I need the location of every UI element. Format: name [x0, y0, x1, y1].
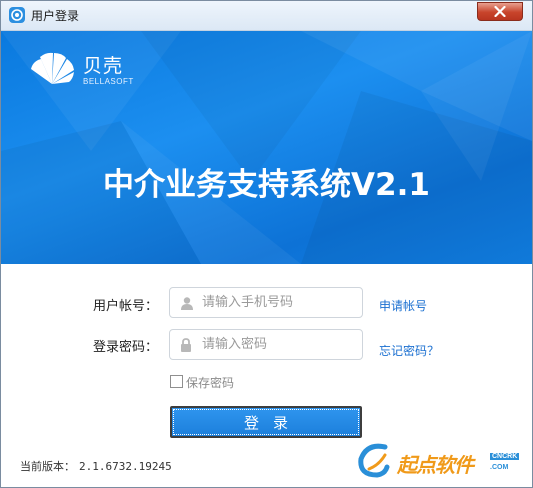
watermark-logo-icon	[358, 443, 390, 478]
login-button[interactable]: 登录	[170, 406, 362, 438]
password-label: 登录密码：	[93, 340, 159, 355]
password-input[interactable]	[202, 334, 354, 355]
system-title: 中介业务支持系统V2.1	[103, 167, 430, 203]
forgot-password-link[interactable]: 忘记密码？	[379, 342, 439, 359]
title-bar[interactable]: 用户登录	[1, 1, 532, 31]
version-label: 当前版本：	[20, 460, 75, 473]
close-icon	[494, 6, 506, 17]
register-link[interactable]: 申请帐号	[379, 297, 427, 314]
window-title: 用户登录	[31, 9, 80, 23]
version-info: 当前版本： 2.1.6732.19245	[20, 458, 172, 474]
account-label: 用户帐号：	[93, 299, 159, 314]
password-field[interactable]	[169, 329, 363, 360]
bellasoft-logo-icon	[31, 52, 74, 84]
lock-icon	[181, 338, 191, 352]
version-value: 2.1.6732.19245	[79, 460, 172, 473]
account-input[interactable]	[202, 292, 354, 313]
close-button[interactable]	[477, 2, 523, 21]
watermark-badge: CNCRK	[490, 453, 520, 460]
logo-text-cn: 贝壳	[83, 55, 124, 77]
logo-text-en: BELLASOFT	[83, 77, 134, 86]
remember-password-checkbox[interactable]	[170, 375, 183, 388]
user-icon	[181, 297, 193, 310]
app-logo-icon	[9, 7, 25, 23]
banner: 贝壳 BELLASOFT 中介业务支持系统V2.1	[1, 31, 532, 264]
watermark-text: 起点软件	[397, 453, 474, 477]
account-field[interactable]	[169, 287, 363, 318]
login-window: 用户登录 贝壳 BELLASOFT 中介业务支持系统V2.1 用户帐号： 请输入…	[0, 0, 533, 488]
remember-password-label: 保存密码	[186, 376, 235, 390]
watermark-sub: .COM	[490, 464, 509, 471]
banner-background-polygons	[1, 31, 532, 264]
